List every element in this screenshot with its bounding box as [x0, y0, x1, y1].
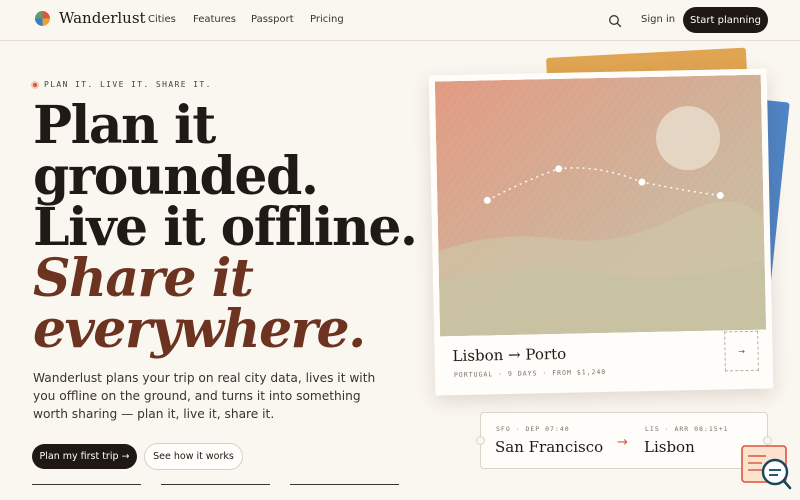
trip-illustration: [434, 74, 767, 337]
divider: [32, 484, 141, 485]
headline-line: Live it offline.: [33, 197, 418, 258]
brand-name[interactable]: Wanderlust: [59, 9, 146, 27]
headline-accent-line: everywhere.: [33, 299, 366, 360]
flight-ticket[interactable]: SFO · DEP 07:40 San Francisco → LIS · AR…: [476, 412, 772, 469]
ticket-departure-city: San Francisco: [495, 438, 604, 456]
ticket-departure-meta: SFO · DEP 07:40: [496, 425, 570, 433]
nav-link-features[interactable]: Features: [193, 14, 236, 25]
see-how-it-works-button[interactable]: See how it works: [144, 443, 243, 470]
headline-line: grounded.: [33, 146, 319, 207]
trip-card[interactable]: Lisbon → Porto PORTUGAL · 9 DAYS · FROM …: [428, 68, 774, 396]
start-planning-button[interactable]: Start planning: [683, 7, 768, 33]
eyebrow-dot-icon: [31, 80, 39, 89]
nav-link-pricing[interactable]: Pricing: [310, 14, 344, 25]
eyebrow-text: PLAN IT. LIVE IT. SHARE IT.: [44, 80, 212, 89]
search-icon[interactable]: [608, 13, 622, 28]
ticket-notch: [476, 436, 485, 445]
trip-open-button[interactable]: →: [724, 330, 759, 372]
headline-line: Plan it: [33, 95, 216, 156]
divider: [161, 484, 270, 485]
ticket-arrival-city: Lisbon: [644, 438, 695, 456]
ticket-arrival-meta: LIS · ARR 08:15+1: [645, 425, 729, 433]
hero-subtitle: Wanderlust plans your trip on real city …: [33, 371, 376, 421]
ticket-arrow-icon: →: [617, 435, 628, 450]
nav-link-passport[interactable]: Passport: [251, 14, 294, 25]
top-nav: Wanderlust Cities Features Passport Pric…: [0, 0, 800, 41]
headline-accent-line: Share it: [33, 248, 254, 309]
nav-link-cities[interactable]: Cities: [148, 14, 176, 25]
hero-headline: Plan it grounded. Live it offline. Share…: [33, 95, 418, 360]
chat-help-icon[interactable]: [740, 443, 792, 491]
globe-logo-icon[interactable]: [35, 11, 50, 26]
trip-route-title: Lisbon → Porto: [452, 344, 567, 366]
divider: [290, 484, 399, 485]
sign-in-link[interactable]: Sign in: [641, 14, 675, 25]
trip-route-meta: PORTUGAL · 9 DAYS · FROM $1,240: [453, 367, 607, 380]
plan-first-trip-button[interactable]: Plan my first trip →: [32, 444, 137, 469]
hero-eyebrow: PLAN IT. LIVE IT. SHARE IT.: [31, 80, 212, 89]
